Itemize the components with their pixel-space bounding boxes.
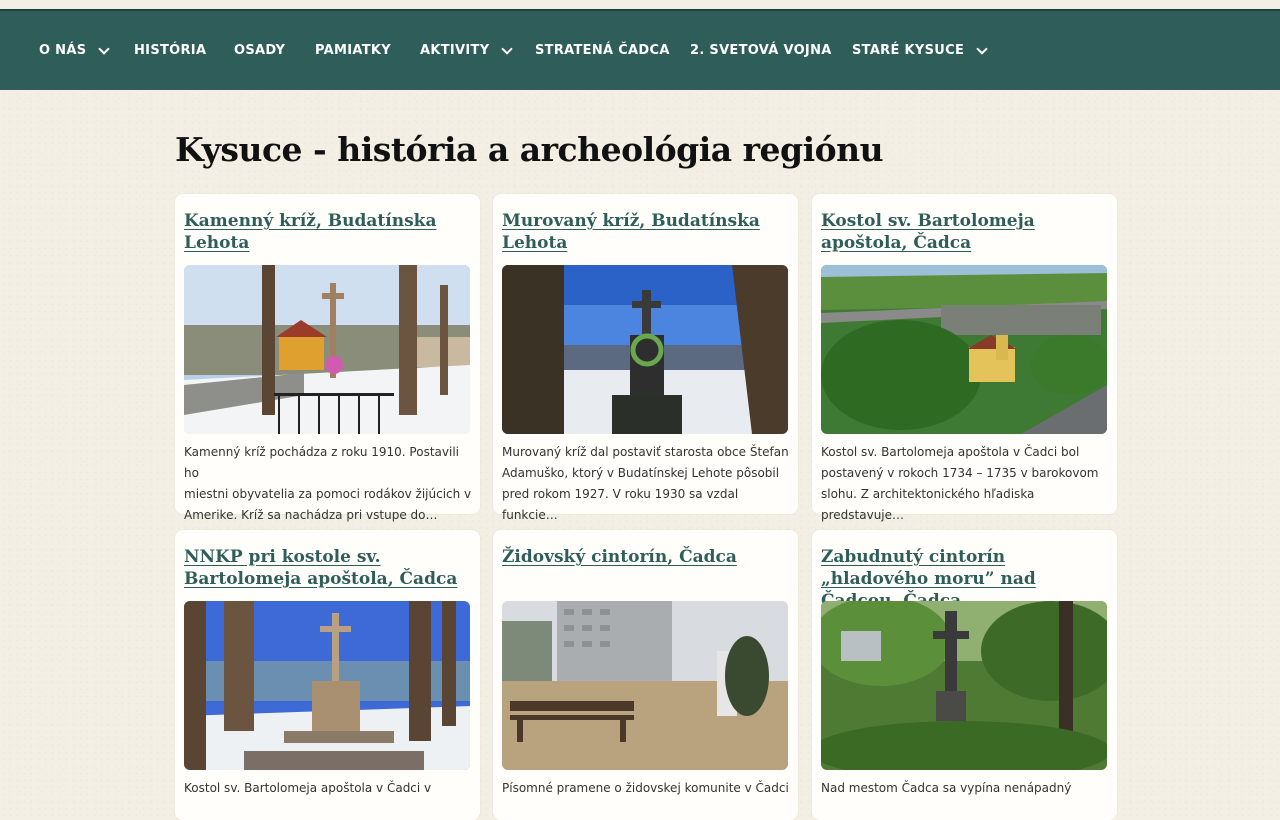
article-card: NNKP pri kostole sv. Bartolomeja apoštol… xyxy=(175,530,480,820)
card-excerpt: Písomné pramene o židovskej komunite v Č… xyxy=(502,778,792,799)
excerpt-line: postavený v rokoch 1734 – 1735 v barokov… xyxy=(821,466,1099,480)
card-excerpt: Kostol sv. Bartolomeja apoštola v Čadci … xyxy=(184,778,474,799)
card-excerpt: Kostol sv. Bartolomeja apoštola v Čadci … xyxy=(821,442,1111,526)
article-card: Murovaný kríž, Budatínska Lehota Murovan… xyxy=(493,194,798,522)
excerpt-line: Písomné pramene o židovskej komunite v Č… xyxy=(502,781,789,795)
excerpt-line: Kamenný kríž pochádza z roku 1910. Posta… xyxy=(184,445,459,480)
excerpt-line: pred rokom 1927. V roku 1930 sa vzdal fu… xyxy=(502,487,739,522)
nav-item-osady[interactable]: OSADY xyxy=(234,11,285,90)
card-image-jewish-cemetery[interactable] xyxy=(502,601,788,770)
nav-item-pamiatky[interactable]: PAMIATKY xyxy=(315,11,391,90)
article-card: Židovský cintorín, Čadca Písomné pramene… xyxy=(493,530,798,820)
nav-item-svetova-vojna[interactable]: 2. SVETOVÁ VOJNA xyxy=(690,11,832,90)
excerpt-line: Kostol sv. Bartolomeja apoštola v Čadci … xyxy=(821,445,1080,459)
nav-item-historia[interactable]: HISTÓRIA xyxy=(134,11,206,90)
main-navigation: O NÁS HISTÓRIA OSADY PAMIATKY AKTIVITY S… xyxy=(0,9,1280,90)
nav-label: AKTIVITY xyxy=(420,43,490,58)
card-image-forgotten-cemetery[interactable] xyxy=(821,601,1107,770)
nav-label: HISTÓRIA xyxy=(134,43,207,58)
nav-label: OSADY xyxy=(234,43,286,58)
card-excerpt: Nad mestom Čadca sa vypína nenápadný xyxy=(821,778,1111,799)
article-card: Kostol sv. Bartolomeja apoštola, Čadca K… xyxy=(812,194,1117,522)
page-title: Kysuce - história a archeológia regiónu xyxy=(175,130,884,169)
chevron-down-icon xyxy=(98,42,111,55)
card-image-masonry-cross[interactable] xyxy=(502,265,788,434)
article-card: Zabudnutý cintorín „hladového moru” nad … xyxy=(812,530,1117,820)
nav-label: 2. SVETOVÁ VOJNA xyxy=(690,43,832,58)
nav-label: PAMIATKY xyxy=(315,43,391,58)
excerpt-line: Adamuško, ktorý v Budatínskej Lehote pôs… xyxy=(502,466,780,480)
chevron-down-icon xyxy=(976,42,988,55)
card-image-church-aerial[interactable] xyxy=(821,265,1107,434)
card-title-link[interactable]: NNKP pri kostole sv. Bartolomeja apoštol… xyxy=(184,546,474,590)
excerpt-line: Murovaný kríž dal postaviť starosta obce… xyxy=(502,445,789,459)
nav-label: STARÉ KYSUCE xyxy=(852,43,965,58)
card-title-link[interactable]: Kostol sv. Bartolomeja apoštola, Čadca xyxy=(821,210,1111,254)
excerpt-line: Amerike. Kríž sa nachádza pri vstupe do… xyxy=(184,508,438,522)
card-excerpt: Kamenný kríž pochádza z roku 1910. Posta… xyxy=(184,442,474,526)
card-image-cultural-monument[interactable] xyxy=(184,601,470,770)
chevron-down-icon xyxy=(501,42,514,55)
nav-item-o-nas[interactable]: O NÁS xyxy=(39,11,111,90)
nav-item-stratena-cadca[interactable]: STRATENÁ ČADCA xyxy=(535,11,670,90)
excerpt-line: Nad mestom Čadca sa vypína nenápadný xyxy=(821,781,1072,795)
nav-item-aktivity[interactable]: AKTIVITY xyxy=(420,11,514,90)
nav-label: O NÁS xyxy=(39,43,87,58)
card-image-stone-cross[interactable] xyxy=(184,265,470,434)
excerpt-line: slohu. Z architektonického hľadiska pred… xyxy=(821,487,1035,522)
card-excerpt: Murovaný kríž dal postaviť starosta obce… xyxy=(502,442,792,526)
card-title-link[interactable]: Židovský cintorín, Čadca xyxy=(502,546,792,568)
article-card: Kamenný kríž, Budatínska Lehota Kamenný … xyxy=(175,194,480,522)
excerpt-line: Kostol sv. Bartolomeja apoštola v Čadci … xyxy=(184,781,432,795)
nav-item-stare-kysuce[interactable]: STARÉ KYSUCE xyxy=(852,11,988,90)
excerpt-line: miestni obyvatelia za pomoci rodákov žij… xyxy=(184,487,472,501)
card-title-link[interactable]: Murovaný kríž, Budatínska Lehota xyxy=(502,210,792,254)
top-edge xyxy=(0,0,1280,9)
card-title-link[interactable]: Kamenný kríž, Budatínska Lehota xyxy=(184,210,474,254)
nav-label: STRATENÁ ČADCA xyxy=(535,43,670,58)
